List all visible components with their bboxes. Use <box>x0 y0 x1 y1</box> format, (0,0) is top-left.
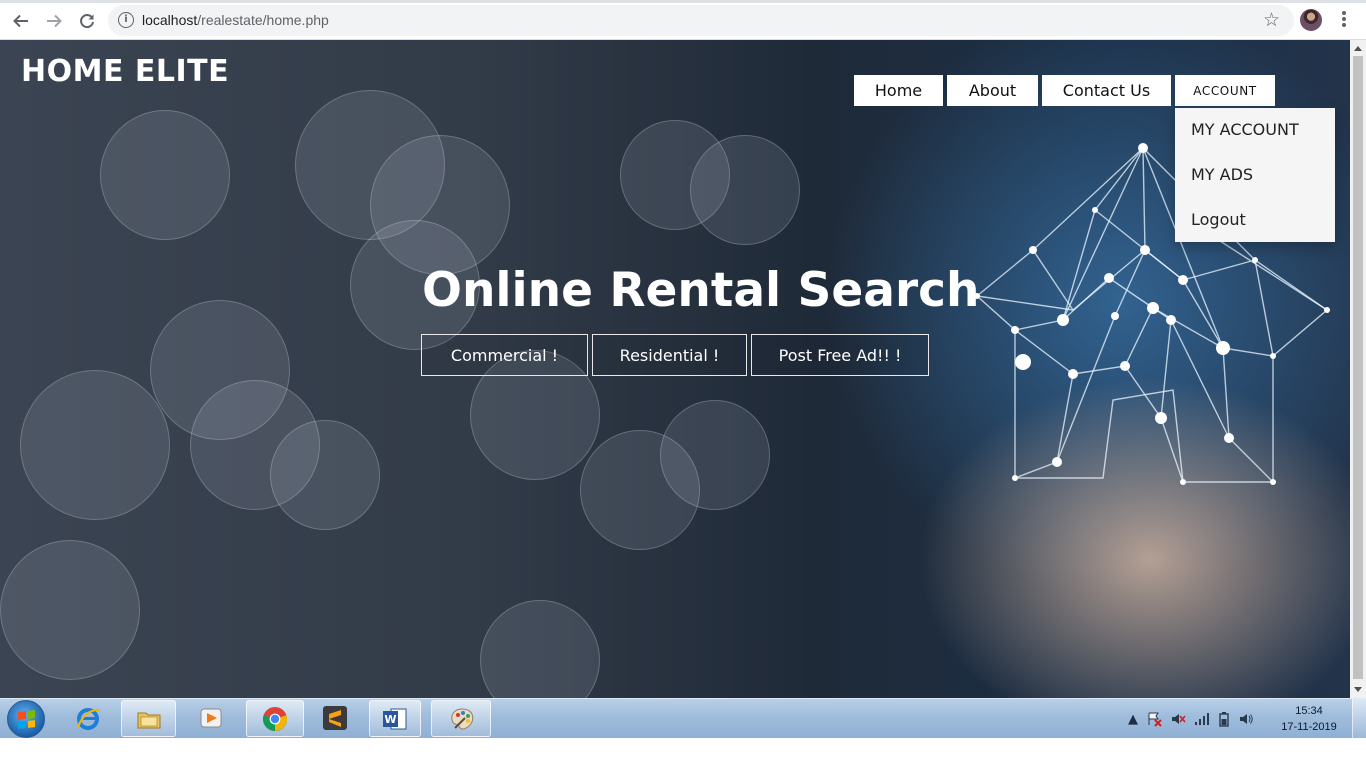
paint-palette-icon <box>451 708 474 730</box>
site-info-icon[interactable]: i <box>118 12 134 28</box>
volume-icon[interactable] <box>1238 711 1254 727</box>
address-bar[interactable]: i localhost/realestate/home.php ☆ <box>108 5 1294 36</box>
bokeh-circle <box>270 420 380 530</box>
svg-text:W: W <box>384 713 396 726</box>
bokeh-circle <box>0 540 140 680</box>
word-icon: W <box>383 708 407 730</box>
bokeh-circle <box>100 110 230 240</box>
clock-date: 17-11-2019 <box>1281 721 1337 733</box>
account-dropdown: MY ACCOUNT MY ADS Logout <box>1175 108 1335 242</box>
forward-button[interactable] <box>42 9 66 33</box>
nav-about[interactable]: About <box>947 75 1038 106</box>
system-tray: ▲ <box>1128 709 1254 729</box>
browser-toolbar: i localhost/realestate/home.php ☆ <box>0 0 1366 40</box>
url-path: /realestate/home.php <box>197 12 329 28</box>
start-button[interactable] <box>7 700 45 738</box>
show-desktop-button[interactable] <box>1352 699 1366 739</box>
clock-time: 15:34 <box>1295 705 1323 717</box>
page-scrollbar[interactable] <box>1350 40 1366 698</box>
chrome-icon <box>262 707 288 732</box>
nav-home[interactable]: Home <box>854 75 943 106</box>
forward-arrow-icon <box>47 14 62 28</box>
battery-icon[interactable] <box>1218 711 1230 727</box>
url-host: localhost <box>142 12 198 28</box>
show-hidden-icons-icon[interactable]: ▲ <box>1128 712 1138 727</box>
reload-button[interactable] <box>75 9 99 33</box>
bokeh-circle <box>480 600 600 698</box>
nav-contact-us[interactable]: Contact Us <box>1042 75 1171 106</box>
taskbar-clock[interactable]: 15:34 17-11-2019 <box>1276 703 1342 735</box>
taskbar-paint[interactable] <box>431 700 491 737</box>
menu-item-my-account[interactable]: MY ACCOUNT <box>1191 120 1299 139</box>
url-text[interactable]: localhost/realestate/home.php <box>142 12 329 28</box>
bokeh-circle <box>690 135 800 245</box>
taskbar-word[interactable]: W <box>369 700 421 737</box>
sublime-text-icon[interactable] <box>322 705 348 731</box>
nav-account[interactable]: ACCOUNT <box>1175 75 1275 106</box>
menu-item-my-ads[interactable]: MY ADS <box>1191 165 1253 184</box>
residential-button[interactable]: Residential ! <box>592 334 747 376</box>
bokeh-circle <box>660 400 770 510</box>
scroll-up-icon[interactable] <box>1354 46 1362 51</box>
windows-logo-icon <box>18 710 35 729</box>
back-button[interactable] <box>9 9 33 33</box>
browser-menu-icon[interactable] <box>1336 9 1352 31</box>
taskbar-chrome[interactable] <box>246 700 304 737</box>
internet-explorer-icon[interactable] <box>75 705 101 731</box>
bokeh-circle <box>20 370 170 520</box>
bookmark-star-icon[interactable]: ☆ <box>1263 9 1280 31</box>
post-free-ad-button[interactable]: Post Free Ad!! ! <box>751 334 929 376</box>
network-signal-icon[interactable] <box>1194 711 1210 727</box>
commercial-button[interactable]: Commercial ! <box>421 334 588 376</box>
action-center-flag-icon[interactable] <box>1146 711 1162 727</box>
media-player-icon[interactable] <box>198 705 224 731</box>
windows-taskbar: W ▲ 15:34 17-11-2019 <box>0 698 1366 739</box>
reload-icon <box>80 14 94 29</box>
scroll-down-icon[interactable] <box>1354 687 1362 692</box>
back-arrow-icon <box>13 14 28 28</box>
scrollbar-thumb[interactable] <box>1353 56 1363 679</box>
taskbar-file-explorer[interactable] <box>121 700 176 737</box>
profile-avatar[interactable] <box>1300 9 1322 31</box>
site-logo[interactable]: HOME ELITE <box>21 54 229 89</box>
speaker-muted-icon[interactable] <box>1170 711 1186 727</box>
folder-icon <box>137 712 161 729</box>
menu-item-logout[interactable]: Logout <box>1191 210 1246 229</box>
tab-strip <box>0 0 1366 3</box>
hero-section: HOME ELITE Home About Contact Us ACCOUNT… <box>0 40 1350 698</box>
page-title: Online Rental Search <box>422 263 980 318</box>
